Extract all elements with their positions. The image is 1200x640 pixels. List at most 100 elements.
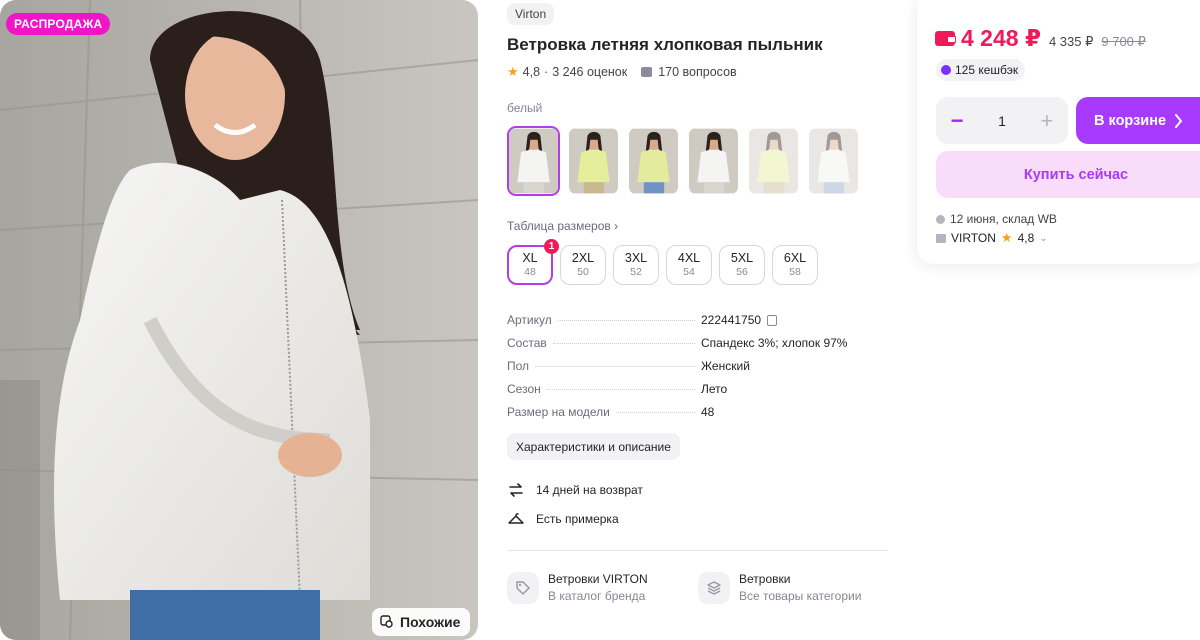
size-label: XL — [522, 251, 538, 265]
size-ru: 54 — [683, 266, 695, 278]
size-option[interactable]: 5XL 56 — [719, 245, 765, 285]
return-feature: 14 дней на возврат — [507, 481, 643, 499]
spec-row: Артикул 222441750 — [507, 313, 887, 336]
dotted-leader — [615, 412, 695, 413]
product-page: РАСПРОДАЖА Похожие Virton Ветровка летня… — [0, 0, 1200, 640]
size-label: 4XL — [677, 251, 701, 265]
size-label: 3XL — [624, 251, 648, 265]
cashback-badge[interactable]: 125 кешбэк — [936, 59, 1026, 81]
size-option[interactable]: 2XL 50 — [560, 245, 606, 285]
price-without-wallet: 4 335 ₽ — [1048, 34, 1094, 49]
buy-card: 4 248 ₽ 4 335 ₽ 9 700 ₽ 125 кешбэк − 1 +… — [917, 0, 1200, 264]
cart-count-badge: 1 — [544, 239, 559, 254]
price-current: 4 248 ₽ — [961, 25, 1041, 51]
spec-value: Лето — [701, 382, 728, 396]
color-thumbnail[interactable] — [687, 126, 740, 196]
fitting-feature: Есть примерка — [507, 510, 619, 528]
similar-label: Похожие — [400, 614, 461, 630]
minus-icon[interactable]: − — [948, 109, 966, 132]
price-old: 9 700 ₽ — [1101, 34, 1146, 49]
seller-link[interactable]: VIRTON ★ 4,8 ⌄ — [936, 230, 1048, 246]
spec-value: 48 — [701, 405, 715, 419]
cashback-icon — [941, 65, 951, 75]
color-label: белый — [507, 101, 543, 115]
characteristics-button[interactable]: Характеристики и описание — [507, 433, 680, 460]
chevron-right-icon — [1175, 113, 1183, 128]
size-option[interactable]: 6XL 58 — [772, 245, 818, 285]
price-row: 4 248 ₽ 4 335 ₽ 9 700 ₽ — [935, 25, 1146, 52]
similar-button[interactable]: Похожие — [372, 608, 471, 636]
brand-catalog-link[interactable]: Ветровки VIRTON В каталог бренда — [507, 572, 648, 604]
layers-icon — [698, 572, 730, 604]
thumbnail-image — [749, 128, 798, 194]
category-link[interactable]: Ветровки Все товары категории — [698, 572, 861, 604]
size-ru: 56 — [736, 266, 748, 278]
plus-icon[interactable]: + — [1038, 109, 1056, 132]
spec-row: Состав Спандекс 3%; хлопок 97% — [507, 336, 887, 359]
brand-catalog-title: Ветровки VIRTON — [548, 572, 648, 586]
spec-key: Артикул — [507, 313, 552, 327]
thumbnail-image — [569, 128, 618, 194]
box-icon — [936, 214, 945, 224]
thumbnail-image — [809, 128, 858, 194]
rating-row: ★ 4,8 · 3 246 оценок 170 вопросов — [507, 64, 737, 80]
cart-label: В корзине — [1094, 112, 1167, 129]
hanger-icon — [508, 513, 524, 524]
brand-catalog-subtitle: В каталог бренда — [548, 589, 646, 603]
size-option[interactable]: 4XL 54 — [666, 245, 712, 285]
size-ru: 48 — [524, 266, 536, 278]
size-label: 6XL — [783, 251, 807, 265]
size-label: 2XL — [571, 251, 595, 265]
quantity-value: 1 — [998, 112, 1006, 129]
star-icon: ★ — [1000, 230, 1013, 245]
color-thumbnail[interactable] — [627, 126, 680, 196]
size-selector: XL 48 1 2XL 50 3XL 52 4XL 54 5XL 56 6XL 58 — [507, 239, 818, 285]
quantity-stepper: − 1 + — [936, 97, 1068, 144]
color-thumbnail[interactable] — [747, 126, 800, 196]
category-title: Ветровки — [739, 572, 791, 586]
rating-separator: · — [544, 65, 549, 79]
color-thumbnail[interactable] — [567, 126, 620, 196]
spec-key: Состав — [507, 336, 547, 350]
rating-value[interactable]: 4,8 — [523, 65, 540, 79]
wallet-icon — [935, 31, 956, 46]
spec-value: Женский — [701, 359, 750, 373]
copy-icon[interactable] — [767, 314, 778, 326]
cashback-label: 125 кешбэк — [955, 63, 1019, 77]
cart-button[interactable]: В корзине — [1076, 97, 1200, 144]
delivery-label: 12 июня, склад WB — [950, 212, 1057, 226]
fitting-label: Есть примерка — [536, 512, 619, 526]
size-table-link[interactable]: Таблица размеров › — [507, 219, 618, 233]
spec-value: 222441750 — [701, 313, 762, 327]
reviews-count[interactable]: 3 246 оценок — [552, 65, 627, 79]
color-thumbnail[interactable] — [507, 126, 560, 196]
dotted-leader — [546, 389, 695, 390]
thumbnail-image — [689, 128, 738, 194]
sale-badge: РАСПРОДАЖА — [6, 13, 111, 35]
brand-chip[interactable]: Virton — [507, 3, 555, 25]
spec-value: Спандекс 3%; хлопок 97% — [701, 336, 848, 350]
tag-icon — [507, 572, 539, 604]
product-image — [0, 0, 478, 640]
return-arrows-icon — [509, 483, 523, 497]
thumbnail-image — [509, 128, 558, 194]
dotted-leader — [552, 343, 695, 344]
star-icon: ★ — [507, 64, 519, 79]
size-option[interactable]: 3XL 52 — [613, 245, 659, 285]
questions-icon — [641, 67, 653, 77]
dotted-leader — [535, 366, 695, 367]
size-option[interactable]: XL 48 1 — [507, 239, 559, 285]
size-ru: 52 — [630, 266, 642, 278]
spec-key: Размер на модели — [507, 405, 610, 419]
dotted-leader — [557, 320, 695, 321]
color-thumbnail[interactable] — [807, 126, 860, 196]
seller-rating: 4,8 — [1017, 231, 1035, 245]
thumbnail-image — [629, 128, 678, 194]
color-thumbnails — [507, 126, 860, 196]
questions-count[interactable]: 170 вопросов — [658, 65, 736, 79]
product-title: Ветровка летняя хлопковая пыльник — [507, 35, 823, 54]
product-photo[interactable]: РАСПРОДАЖА Похожие — [0, 0, 478, 640]
buy-now-button[interactable]: Купить сейчас — [936, 151, 1200, 198]
spec-key: Пол — [507, 359, 530, 373]
category-subtitle: Все товары категории — [739, 589, 862, 603]
